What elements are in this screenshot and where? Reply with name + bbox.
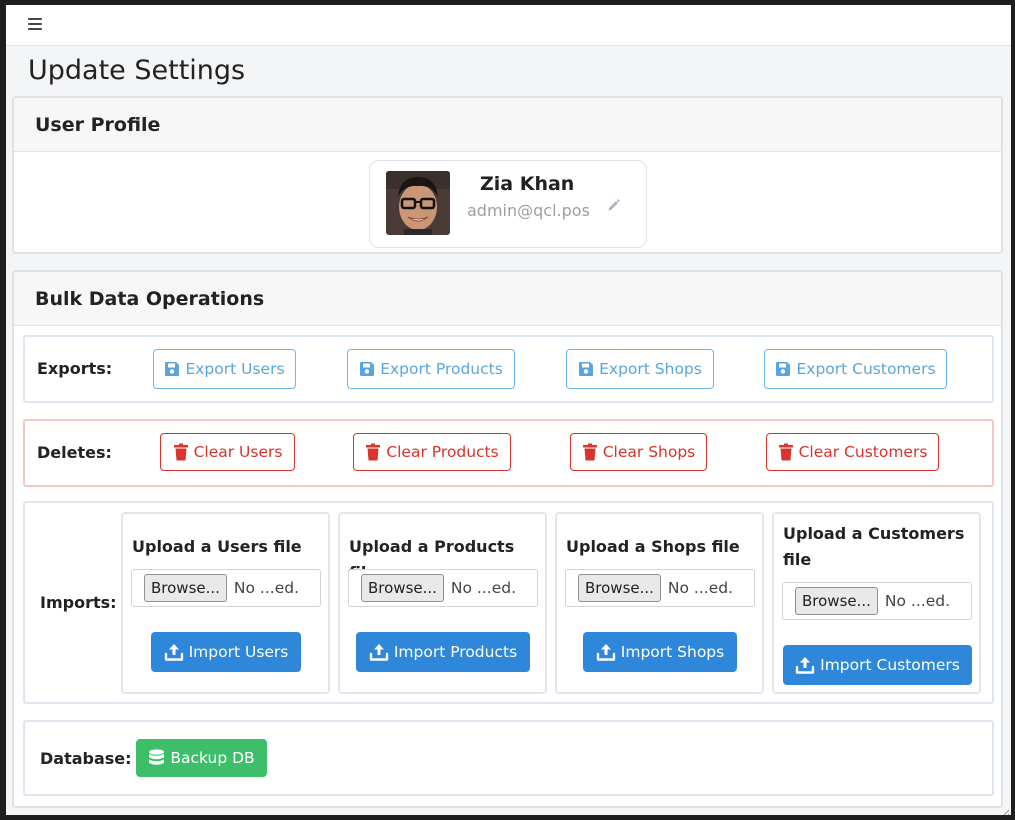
imports-label: Imports: [40,593,117,612]
export-shops-button[interactable]: Export Shops [566,349,714,389]
backup-db-button[interactable]: Backup DB [136,739,267,777]
shops-file-status: No ...ed. [667,579,734,597]
backup-db-label: Backup DB [170,749,255,767]
users-browse-button[interactable]: Browse... [144,574,227,602]
profile-name: Zia Khan [480,173,575,195]
customers-file-status: No ...ed. [884,592,951,610]
exports-label: Exports: [37,359,113,378]
export-customers-label: Export Customers [796,360,936,378]
imports-row: Imports: Upload a Users file Browse... N… [23,501,994,704]
trash-icon [173,443,188,461]
export-customers-button[interactable]: Export Customers [764,349,947,389]
trash-icon [366,443,381,461]
clear-products-label: Clear Products [386,443,499,461]
import-users-button[interactable]: Import Users [151,632,301,672]
export-shops-label: Export Shops [599,360,702,378]
floppy-disk-icon [165,362,180,376]
customers-file-input[interactable]: Browse... No ...ed. [782,582,972,620]
bulk-data-header: Bulk Data Operations [14,272,1001,326]
floppy-disk-icon [360,362,375,376]
database-label: Database: [40,749,132,768]
exports-row: Exports: Export Users Export Products Ex… [23,335,994,403]
upload-customers-card: Upload a Customers file Browse... No ...… [772,512,981,694]
export-products-label: Export Products [380,360,503,378]
export-users-button[interactable]: Export Users [153,349,296,389]
trash-icon [582,443,597,461]
export-users-label: Export Users [185,360,285,378]
top-navbar [6,5,1011,46]
user-profile-card: User Profile Zia Khan admin@qcl.pos [12,96,1003,254]
customers-browse-button[interactable]: Browse... [795,587,878,615]
bulk-data-card: Bulk Data Operations Exports: Export Use… [12,270,1003,808]
profile-email: admin@qcl.pos [467,201,590,220]
user-profile-header: User Profile [14,98,1001,152]
upload-products-card: Upload a Products file Browse... No ...e… [338,512,547,694]
database-icon [149,748,165,765]
upload-icon [795,657,815,674]
page-title: Update Settings [28,55,246,86]
upload-shops-title: Upload a Shops file [566,537,740,556]
import-customers-button[interactable]: Import Customers [783,645,972,685]
products-file-status: No ...ed. [450,579,517,597]
users-file-input[interactable]: Browse... No ...ed. [131,569,321,607]
clear-customers-label: Clear Customers [798,443,928,461]
shops-browse-button[interactable]: Browse... [578,574,661,602]
products-browse-button[interactable]: Browse... [361,574,444,602]
import-products-label: Import Products [393,643,518,661]
floppy-disk-icon [776,362,791,376]
clear-users-button[interactable]: Clear Users [160,433,295,471]
export-products-button[interactable]: Export Products [347,349,515,389]
resize-grip-icon[interactable] [999,803,1010,815]
floppy-disk-icon [579,362,594,376]
clear-shops-label: Clear Shops [602,443,696,461]
trash-icon [778,443,793,461]
hamburger-icon[interactable] [28,18,42,32]
import-shops-label: Import Shops [620,643,725,661]
users-file-status: No ...ed. [233,579,300,597]
profile-box: Zia Khan admin@qcl.pos [369,160,647,248]
products-file-input[interactable]: Browse... No ...ed. [348,569,538,607]
app-window: Update Settings User Profile Zia Khan ad… [6,5,1011,815]
deletes-row: Deletes: Clear Users Clear Products Clea… [23,419,994,487]
database-row: Database: Backup DB [23,720,994,796]
avatar [386,171,450,235]
pencil-icon[interactable] [606,197,622,213]
clear-shops-button[interactable]: Clear Shops [570,433,707,471]
clear-products-button[interactable]: Clear Products [353,433,511,471]
clear-customers-button[interactable]: Clear Customers [766,433,939,471]
upload-shops-card: Upload a Shops file Browse... No ...ed. … [555,512,764,694]
shops-file-input[interactable]: Browse... No ...ed. [565,569,755,607]
upload-icon [596,644,615,661]
import-users-label: Import Users [188,643,289,661]
upload-users-title: Upload a Users file [132,537,302,556]
upload-customers-title: Upload a Customers file [783,524,965,569]
import-products-button[interactable]: Import Products [356,632,530,672]
clear-users-label: Clear Users [193,443,283,461]
deletes-label: Deletes: [37,443,112,462]
import-customers-label: Import Customers [820,656,960,674]
upload-users-card: Upload a Users file Browse... No ...ed. … [121,512,330,694]
upload-icon [164,644,183,661]
import-shops-button[interactable]: Import Shops [583,632,737,672]
upload-icon [369,644,389,661]
